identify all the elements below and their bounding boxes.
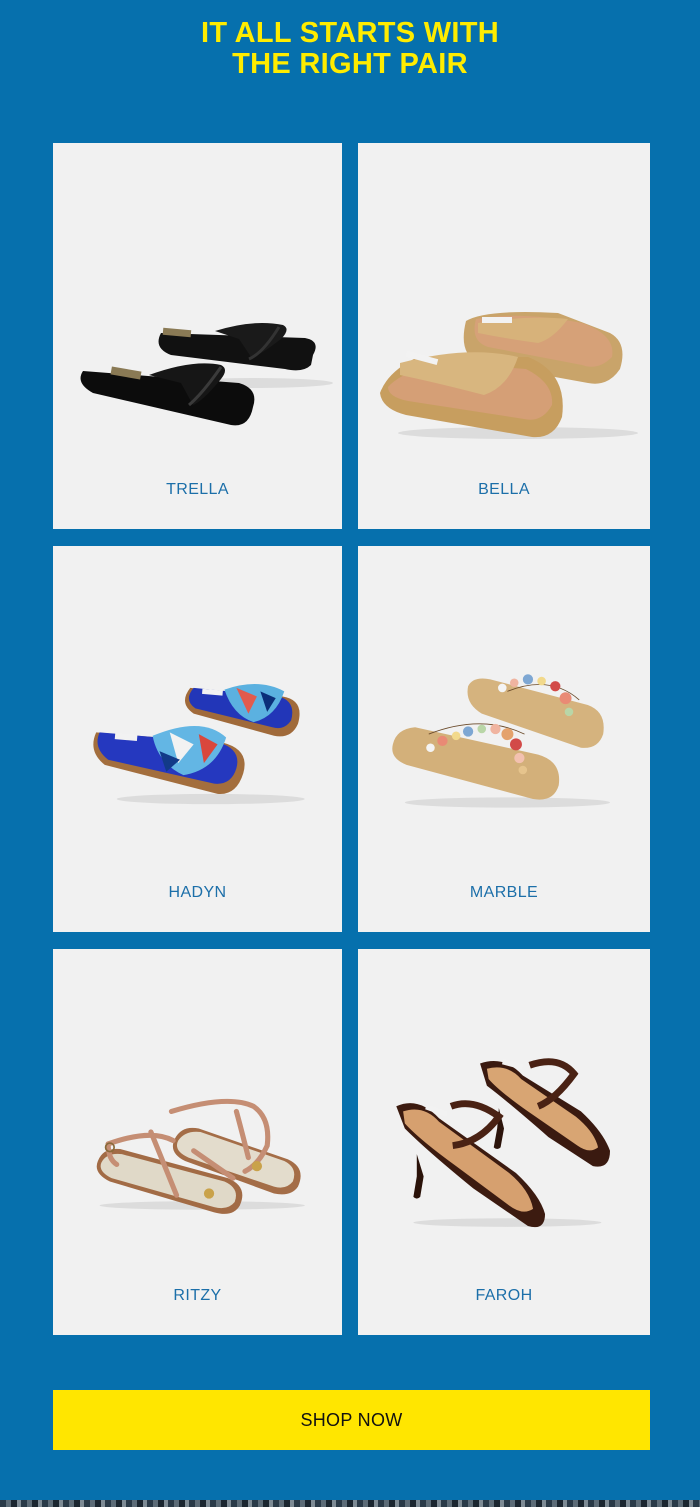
product-image-faroh[interactable] [358,949,650,1279]
headline-line-2: THE RIGHT PAIR [232,48,468,80]
product-name-bella[interactable]: BELLA [358,481,650,499]
product-card-trella[interactable]: TRELLA [53,143,342,529]
product-card-hadyn[interactable]: HADYN [53,546,342,932]
product-name-hadyn[interactable]: HADYN [53,884,342,902]
product-card-faroh[interactable]: FAROH [358,949,650,1335]
product-card-ritzy[interactable]: RITZY [53,949,342,1335]
headline-line-1: IT ALL STARTS WITH [200,17,500,49]
product-name-trella[interactable]: TRELLA [53,481,342,499]
product-image-bella[interactable] [358,143,650,473]
product-image-trella[interactable] [53,143,342,473]
product-card-marble[interactable]: MARBLE [358,546,650,932]
product-name-faroh[interactable]: FAROH [358,1287,650,1305]
product-name-marble[interactable]: MARBLE [358,884,650,902]
product-image-ritzy[interactable] [53,949,342,1279]
product-card-bella[interactable]: BELLA [358,143,650,529]
product-image-marble[interactable] [358,546,650,876]
footer-image-strip [0,1500,700,1507]
product-name-ritzy[interactable]: RITZY [53,1287,342,1305]
shop-now-button[interactable]: SHOP NOW [53,1390,650,1450]
product-image-hadyn[interactable] [53,546,342,876]
headline: IT ALL STARTS WITH THE RIGHT PAIR [0,18,700,80]
